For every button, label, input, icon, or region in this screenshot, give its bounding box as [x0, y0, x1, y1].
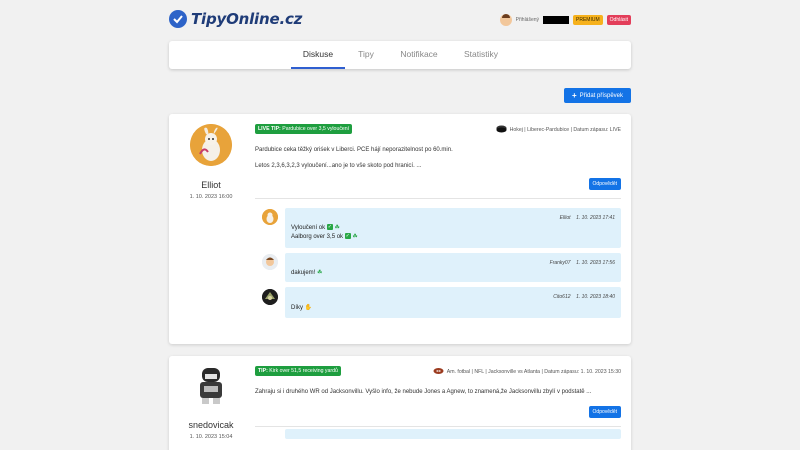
reply-row: Odpovědět	[255, 406, 621, 420]
post-text-line: Zahraju si i druhého WR od Jacksonvillu.…	[255, 389, 592, 395]
check-icon: ✓	[326, 224, 333, 231]
post-text-line: Letos 2,3,6,3,2,3 vyloučení...ano je to …	[255, 163, 422, 169]
add-post-label: Přidat příspěvek	[579, 92, 624, 99]
comment-avatar[interactable]	[262, 254, 278, 270]
post-card: Elliot 1. 10. 2023 16:00 LIVE TIP: Pardu…	[169, 114, 631, 344]
comment	[285, 429, 621, 439]
tip-badge: TIP: Kirk over 51,5 receiving yardů	[255, 366, 341, 376]
comment-text: dakujem! ☘	[291, 270, 323, 276]
hockey-puck-icon	[496, 125, 507, 135]
comment: Cito612 1. 10. 2023 18:40 Díky ✋	[285, 287, 621, 318]
thumbs-up-icon: ☘	[317, 270, 323, 276]
divider	[255, 198, 621, 199]
site-logo[interactable]: TipyOnline.cz	[169, 10, 302, 28]
post-date: 1. 10. 2023 16:00	[189, 194, 233, 200]
user-area: Přihlášený PREMIUM Odhlásit	[499, 14, 631, 26]
tip-row: LIVE TIP: Pardubice over 3,5 vyloučení H…	[255, 114, 621, 136]
logo-text: TipyOnline.cz	[191, 10, 303, 28]
reply-button[interactable]: Odpovědět	[588, 406, 621, 418]
comment-meta: Franky07 1. 10. 2023 17:56	[549, 260, 615, 266]
post-date: 1. 10. 2023 15:04	[189, 434, 233, 440]
comment: Elliot 1. 10. 2023 17:41 Vyloučení ok ✓ …	[285, 208, 621, 248]
add-post-button[interactable]: + Přidat příspěvek	[564, 88, 631, 103]
check-logo-icon	[169, 10, 187, 28]
user-avatar[interactable]	[499, 14, 512, 26]
comment-avatar[interactable]	[262, 289, 278, 305]
match-meta-text: Am. fotbal | NFL | Jacksonville vs Atlan…	[446, 369, 621, 375]
username-redacted	[543, 16, 570, 24]
check-icon: ✓	[344, 233, 351, 240]
match-meta: Am. fotbal | NFL | Jacksonville vs Atlan…	[433, 367, 621, 377]
plus-icon: +	[571, 90, 577, 100]
top-bar: TipyOnline.cz Přihlášený PREMIUM Odhlási…	[0, 0, 800, 42]
reply-button[interactable]: Odpovědět	[588, 178, 621, 190]
author-avatar[interactable]	[190, 124, 232, 166]
login-label: Přihlášený	[515, 17, 540, 23]
post-body: LIVE TIP: Pardubice over 3,5 vyloučení H…	[255, 114, 621, 318]
tab-statistiky[interactable]: Statistiky	[459, 41, 503, 69]
thumbs-up-icon: ☘	[352, 234, 358, 240]
post-card: snedovicak 1. 10. 2023 15:04 TIP: Kirk o…	[169, 356, 631, 450]
premium-badge: PREMIUM	[573, 15, 603, 25]
author-avatar[interactable]	[190, 364, 232, 406]
post-body: TIP: Kirk over 51,5 receiving yardů Am. …	[255, 356, 621, 439]
author-name[interactable]: Elliot	[169, 180, 253, 190]
match-meta-text: Hokej | Liberec-Pardubice | Datum zápasu…	[509, 127, 621, 133]
tab-tipy[interactable]: Tipy	[351, 41, 381, 69]
author-name[interactable]: snedovicak	[169, 420, 253, 430]
tab-diskuse[interactable]: Diskuse	[291, 41, 345, 69]
comment-text: Vyloučení ok ✓ ☘ Aalborg over 3,5 ok ✓ ☘	[291, 224, 358, 240]
comment-meta: Elliot 1. 10. 2023 17:41	[559, 215, 615, 221]
comment-text: Díky ✋	[291, 305, 313, 311]
thumbs-up-icon: ☘	[334, 225, 340, 231]
american-football-icon	[433, 367, 444, 377]
tip-row: TIP: Kirk over 51,5 receiving yardů Am. …	[255, 356, 621, 378]
post-text: Pardubice ceka těžký oriśek v Liberci. P…	[255, 146, 621, 170]
tabs-card: Diskuse Tipy Notifikace Statistiky	[169, 41, 631, 69]
tab-notifikace[interactable]: Notifikace	[395, 41, 443, 69]
post-author: snedovicak 1. 10. 2023 15:04	[169, 356, 253, 440]
tip-badge: LIVE TIP: Pardubice over 3,5 vyloučení	[255, 124, 353, 134]
match-meta: Hokej | Liberec-Pardubice | Datum zápasu…	[496, 125, 621, 135]
comment: Franky07 1. 10. 2023 17:56 dakujem! ☘	[285, 253, 621, 282]
divider	[255, 426, 621, 427]
logout-button[interactable]: Odhlásit	[606, 15, 631, 25]
post-text: Zahraju si i druhého WR od Jacksonvillu.…	[255, 388, 621, 396]
hand-icon: ✋	[304, 305, 313, 311]
post-text-line: Pardubice ceka těžký oriśek v Liberci. P…	[255, 147, 453, 153]
comment-meta: Cito612 1. 10. 2023 18:40	[553, 294, 615, 300]
reply-row: Odpovědět	[255, 178, 621, 192]
comment-avatar[interactable]	[262, 209, 278, 225]
post-author: Elliot 1. 10. 2023 16:00	[169, 114, 253, 200]
